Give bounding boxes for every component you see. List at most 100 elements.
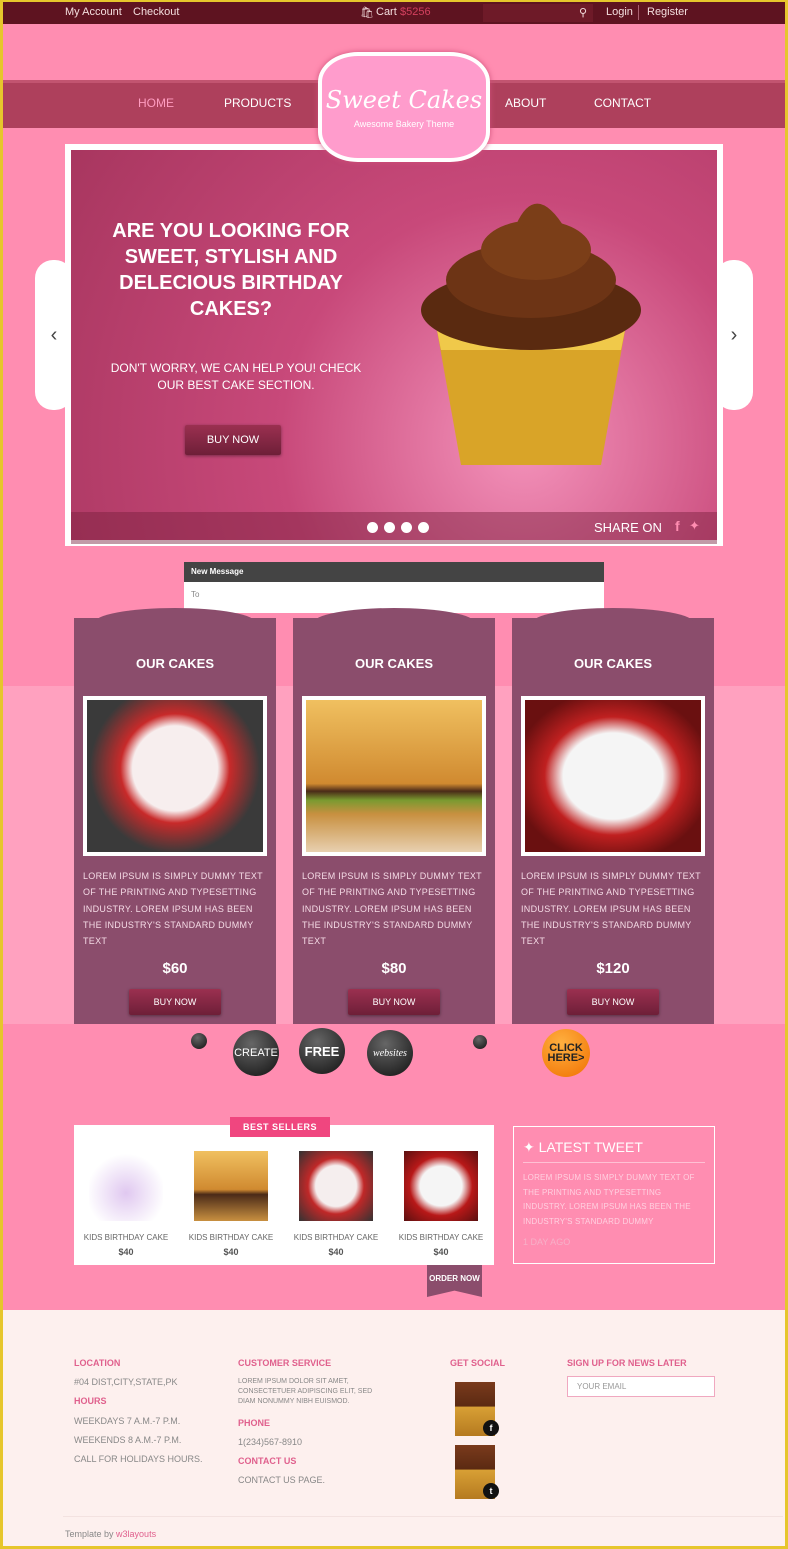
logo[interactable]: Sweet Cakes Awesome Bakery Theme — [318, 52, 490, 162]
card-price: $80 — [381, 960, 407, 977]
slide-dot-1[interactable] — [367, 522, 378, 533]
hero-slider: ARE YOU LOOKING FOR SWEET, STYLISH AND D… — [65, 144, 723, 546]
login-link[interactable]: Login — [606, 6, 633, 18]
latest-tweet-box: ✦ LATEST TWEET LOREM IPSUM IS SIMPLY DUM… — [513, 1126, 715, 1264]
product-name: KIDS BIRTHDAY CAKE — [83, 1233, 169, 1242]
credit: Template by w3layouts — [65, 1529, 156, 1539]
twitter-icon: t — [483, 1483, 499, 1499]
credit-text: Template by — [65, 1529, 114, 1539]
card-description: LOREM IPSUM IS SIMPLY DUMMY TEXT OF THE … — [83, 871, 263, 947]
buy-now-button[interactable]: BUY NOW — [348, 989, 440, 1015]
phone-heading: PHONE — [238, 1418, 271, 1428]
nav-contact[interactable]: CONTACT — [594, 96, 651, 110]
product-price: $40 — [433, 1247, 449, 1257]
logo-tagline: Awesome Bakery Theme — [353, 119, 455, 129]
cupcake-image — [421, 203, 641, 465]
hours-heading: HOURS — [74, 1396, 107, 1406]
slide-dot-4[interactable] — [418, 522, 429, 533]
divider — [638, 5, 639, 20]
facebook-social-button[interactable]: f — [455, 1382, 499, 1436]
buy-now-button[interactable]: BUY NOW — [129, 989, 221, 1015]
product-image — [89, 1151, 163, 1221]
location-text: #04 DIST,CITY,STATE,PK — [74, 1377, 178, 1387]
hours-line: CALL FOR HOLIDAYS HOURS. — [74, 1454, 203, 1464]
cake-image — [302, 696, 486, 856]
slider-buy-now-button[interactable]: BUY NOW — [185, 425, 281, 455]
ad-message-box[interactable]: New Message To — [184, 562, 604, 613]
slider-heading: ARE YOU LOOKING FOR SWEET, STYLISH AND D… — [112, 220, 350, 320]
location-heading: LOCATION — [74, 1358, 121, 1368]
my-account-link[interactable]: My Account — [65, 6, 122, 18]
facebook-icon[interactable]: f — [675, 518, 680, 534]
card-price: $120 — [596, 960, 630, 977]
ad-banner[interactable]: CREATE FREE websites CLICK HERE> — [183, 1025, 603, 1081]
ad-word: FREE — [299, 1028, 345, 1074]
card-title: OUR CAKES — [135, 656, 214, 671]
twitter-social-button[interactable]: t — [455, 1445, 499, 1499]
chevron-left-icon: ‹ — [50, 323, 58, 346]
social-heading: GET SOCIAL — [450, 1358, 506, 1368]
footer: LOCATION #04 DIST,CITY,STATE,PK HOURS WE… — [3, 1310, 785, 1546]
twitter-bird-icon: ✦ — [523, 1139, 539, 1155]
card-price: $60 — [162, 960, 188, 977]
product-image — [404, 1151, 478, 1221]
best-sellers-ribbon: BEST SELLERS — [230, 1117, 330, 1137]
top-bar: My Account Checkout 🛍 Cart $5256 ⚲ Login… — [3, 2, 785, 24]
contact-heading: CONTACT US — [238, 1456, 297, 1466]
tweet-heading: ✦ LATEST TWEET — [523, 1139, 705, 1163]
product-name: KIDS BIRTHDAY CAKE — [293, 1233, 379, 1242]
email-input[interactable]: YOUR EMAIL — [567, 1376, 715, 1397]
cart-link[interactable]: Cart — [376, 6, 397, 18]
card-title: OUR CAKES — [573, 656, 652, 671]
product-name: KIDS BIRTHDAY CAKE — [398, 1233, 484, 1242]
tweet-title: LATEST TWEET — [538, 1139, 643, 1155]
slide-dot-3[interactable] — [401, 522, 412, 533]
search-icon[interactable]: ⚲ — [579, 6, 587, 19]
hours-line: WEEKENDS 8 A.M.-7 P.M. — [74, 1435, 182, 1445]
card-cap — [313, 608, 475, 638]
chevron-right-icon: › — [730, 323, 738, 346]
ad-word: websites — [367, 1030, 413, 1076]
divider — [63, 1516, 783, 1517]
page: My Account Checkout 🛍 Cart $5256 ⚲ Login… — [3, 2, 785, 1546]
best-seller-item[interactable]: KIDS BIRTHDAY CAKE $40 — [286, 1151, 386, 1257]
share-on-label: SHARE ON — [594, 520, 662, 535]
order-now-button[interactable]: ORDER NOW — [427, 1265, 482, 1297]
best-seller-item[interactable]: KIDS BIRTHDAY CAKE $40 — [391, 1151, 491, 1257]
slider-footer: SHARE ON f ✦ — [71, 512, 717, 544]
tweet-time: 1 DAY AGO — [523, 1237, 571, 1247]
cake-card: OUR CAKES LOREM IPSUM IS SIMPLY DUMMY TE… — [293, 608, 495, 1024]
cake-card: OUR CAKES LOREM IPSUM IS SIMPLY DUMMY TE… — [512, 608, 714, 1024]
service-text: LOREM IPSUM DOLOR SIT AMET, CONSECTETUER… — [238, 1378, 373, 1405]
slide-dot-2[interactable] — [384, 522, 395, 533]
cake-card: OUR CAKES LOREM IPSUM IS SIMPLY DUMMY TE… — [74, 608, 276, 1024]
buy-now-button[interactable]: BUY NOW — [567, 989, 659, 1015]
ad-to-field[interactable]: To — [184, 582, 604, 607]
w3layouts-link[interactable]: w3layouts — [116, 1529, 156, 1539]
card-cap — [532, 608, 694, 638]
nav-about[interactable]: ABOUT — [505, 96, 546, 110]
twitter-icon[interactable]: ✦ — [689, 518, 700, 534]
best-seller-item[interactable]: KIDS BIRTHDAY CAKE $40 — [76, 1151, 176, 1257]
product-image — [299, 1151, 373, 1221]
cake-image — [83, 696, 267, 856]
nav-home[interactable]: HOME — [138, 96, 174, 110]
ad-header: New Message — [184, 562, 604, 582]
logo-title: Sweet Cakes — [325, 86, 483, 114]
click-here-button[interactable]: CLICK HERE> — [542, 1029, 590, 1077]
product-price: $40 — [328, 1247, 344, 1257]
decor-dot — [191, 1033, 207, 1049]
hours-line: WEEKDAYS 7 A.M.-7 P.M. — [74, 1416, 181, 1426]
ad-word: CREATE — [233, 1030, 279, 1076]
search-input[interactable] — [483, 4, 593, 22]
contact-link[interactable]: CONTACT US PAGE. — [238, 1475, 325, 1485]
cart-amount: $5256 — [400, 6, 431, 18]
card-title: OUR CAKES — [354, 656, 433, 671]
service-heading: CUSTOMER SERVICE — [238, 1358, 332, 1368]
register-link[interactable]: Register — [647, 6, 688, 18]
newsletter-heading: SIGN UP FOR NEWS LATER — [567, 1358, 687, 1368]
checkout-link[interactable]: Checkout — [133, 6, 179, 18]
card-description: LOREM IPSUM IS SIMPLY DUMMY TEXT OF THE … — [302, 871, 482, 947]
best-seller-item[interactable]: KIDS BIRTHDAY CAKE $40 — [181, 1151, 281, 1257]
nav-products[interactable]: PRODUCTS — [224, 96, 291, 110]
